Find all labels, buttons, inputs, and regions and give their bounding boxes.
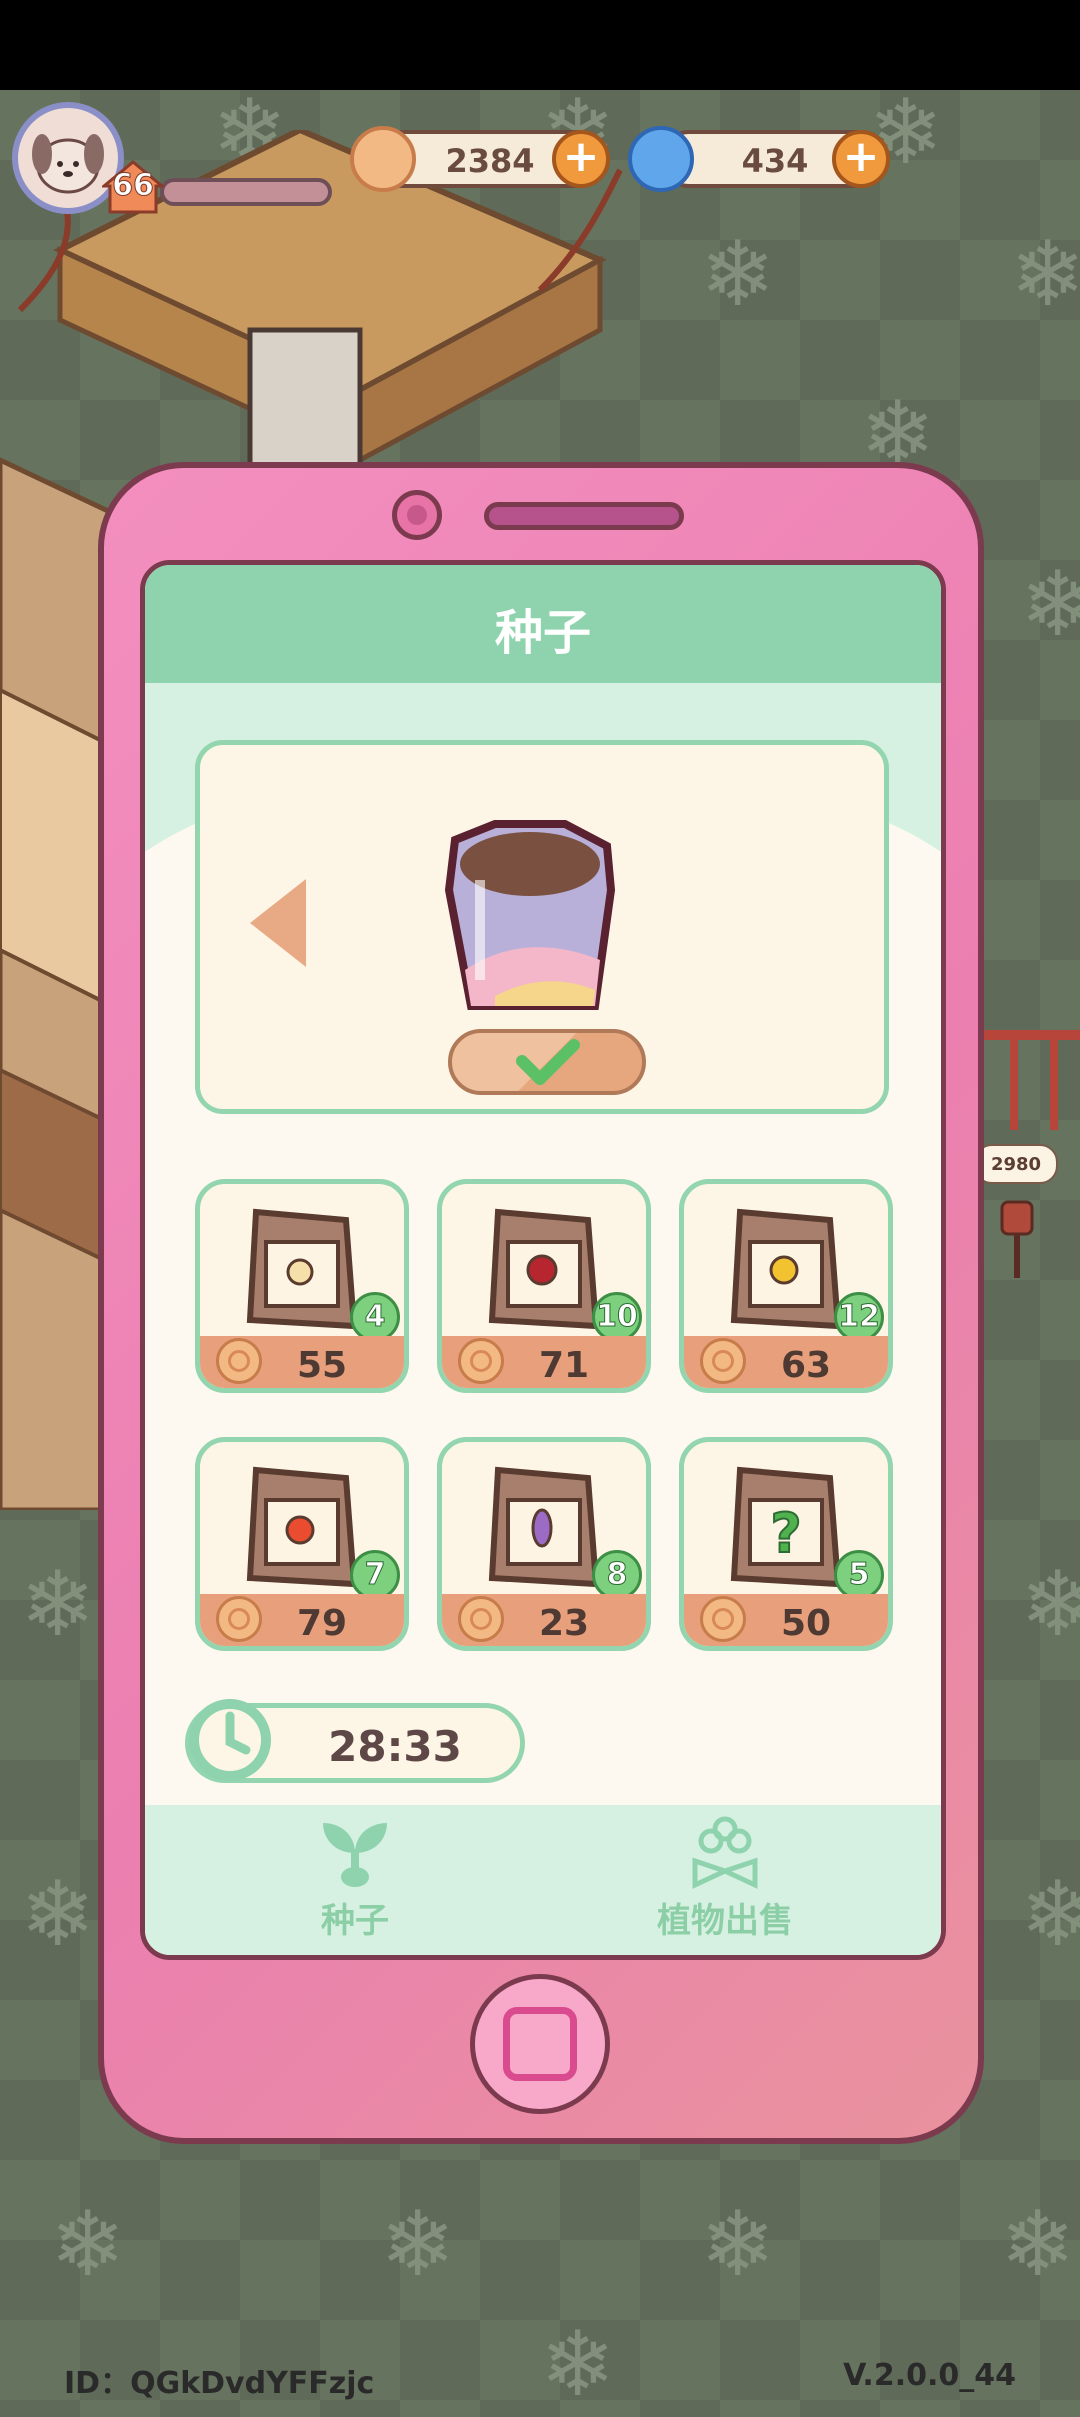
seed-packet-icon bbox=[488, 1466, 600, 1588]
bottom-nav: 种子 植物出售 bbox=[145, 1805, 941, 1955]
mailbox-icon[interactable] bbox=[1000, 1200, 1034, 1280]
seed-packet-icon bbox=[246, 1208, 358, 1330]
snowflake-icon: ❄ bbox=[380, 2192, 456, 2297]
seed-item[interactable]: 4 55 bbox=[195, 1179, 409, 1393]
coin-bubble[interactable]: 2980 bbox=[974, 1144, 1058, 1184]
flower-pot-icon bbox=[444, 820, 616, 1010]
phone-camera bbox=[392, 490, 442, 540]
tab-seeds[interactable]: 种子 bbox=[225, 1805, 485, 1955]
snowflake-icon: ❄ bbox=[1010, 222, 1080, 327]
level-number: 66 bbox=[112, 168, 155, 204]
seed-price: 50 bbox=[780, 1603, 832, 1644]
seed-packet-icon: ? bbox=[730, 1466, 842, 1588]
coin-icon bbox=[350, 126, 416, 192]
tab-plant-sale-label: 植物出售 bbox=[657, 1901, 793, 1941]
tab-seeds-label: 种子 bbox=[321, 1901, 389, 1941]
title-bar: 种子 bbox=[145, 565, 941, 683]
add-gems-button[interactable]: + bbox=[832, 130, 890, 188]
seed-price: 71 bbox=[538, 1345, 590, 1386]
seed-item[interactable]: 8 23 bbox=[437, 1437, 651, 1651]
seed-count-badge: 4 bbox=[350, 1292, 400, 1342]
price-bar: 23 bbox=[442, 1594, 646, 1646]
game-version: V.2.0.0_44 bbox=[843, 2358, 1016, 2393]
add-coins-button[interactable]: + bbox=[552, 130, 610, 188]
previous-pot-arrow-icon[interactable] bbox=[250, 879, 306, 967]
seed-shop-screen: 种子 4 55 10 71 12 63 7 79 8 23 ? 5 50 28:… bbox=[140, 560, 946, 1960]
seed-flower-0 bbox=[286, 1258, 314, 1286]
phone-home-button[interactable] bbox=[470, 1974, 610, 2114]
seed-count-badge: 5 bbox=[834, 1550, 884, 1600]
experience-bar bbox=[160, 178, 332, 206]
seed-item[interactable]: 10 71 bbox=[437, 1179, 651, 1393]
status-bar bbox=[0, 0, 1080, 90]
snowflake-icon: ❄ bbox=[1000, 2192, 1076, 2297]
coin-bubble-value: 2980 bbox=[990, 1153, 1042, 1175]
timer-value: 28:33 bbox=[328, 1722, 462, 1771]
seed-flower-4 bbox=[531, 1508, 553, 1548]
seed-price: 55 bbox=[296, 1345, 348, 1386]
snowflake-icon: ❄ bbox=[1020, 1862, 1080, 1967]
seed-price: 79 bbox=[296, 1603, 348, 1644]
swirl-gem-icon bbox=[628, 126, 694, 192]
pot-preview-card bbox=[195, 740, 889, 1114]
seed-flower-3 bbox=[285, 1515, 315, 1545]
snowflake-icon: ❄ bbox=[700, 2192, 776, 2297]
snowflake-icon: ❄ bbox=[1020, 1552, 1080, 1657]
tab-plant-sale[interactable]: 植物出售 bbox=[595, 1805, 855, 1955]
seed-price: 23 bbox=[538, 1603, 590, 1644]
seed-item[interactable]: 12 63 bbox=[679, 1179, 893, 1393]
confirm-pot-button[interactable] bbox=[448, 1029, 646, 1095]
seed-count-badge: 10 bbox=[592, 1292, 642, 1342]
seed-count-badge: 8 bbox=[592, 1550, 642, 1600]
player-id: ID：QGkDvdYFFzjc bbox=[64, 2366, 375, 2401]
seed-flower-2 bbox=[769, 1255, 799, 1285]
price-bar: 71 bbox=[442, 1336, 646, 1388]
snowflake-icon: ❄ bbox=[1020, 552, 1080, 657]
panel-title: 种子 bbox=[494, 605, 591, 661]
checkmark-icon bbox=[516, 1039, 580, 1085]
price-bar: 55 bbox=[200, 1336, 404, 1388]
flower-bow-icon bbox=[692, 1816, 758, 1889]
price-bar: 79 bbox=[200, 1594, 404, 1646]
seed-packet-icon bbox=[246, 1466, 358, 1588]
seed-price: 63 bbox=[780, 1345, 832, 1386]
seed-count-badge: 12 bbox=[834, 1292, 884, 1342]
seed-flower-1 bbox=[526, 1254, 558, 1286]
refresh-timer: 28:33 bbox=[185, 1699, 525, 1783]
phone-speaker bbox=[484, 502, 684, 530]
seed-flower-5: ? bbox=[770, 1502, 801, 1565]
seed-packet-icon bbox=[730, 1208, 842, 1330]
price-bar: 63 bbox=[684, 1336, 888, 1388]
price-bar: 50 bbox=[684, 1594, 888, 1646]
snowflake-icon: ❄ bbox=[20, 1862, 96, 1967]
clock-icon bbox=[189, 1699, 271, 1781]
snowflake-icon: ❄ bbox=[50, 2192, 126, 2297]
seed-packet-icon bbox=[488, 1208, 600, 1330]
snowflake-icon: ❄ bbox=[540, 2312, 616, 2417]
seed-item[interactable]: 7 79 bbox=[195, 1437, 409, 1651]
seed-item[interactable]: ? 5 50 bbox=[679, 1437, 893, 1651]
seed-count-badge: 7 bbox=[350, 1550, 400, 1600]
snowflake-icon: ❄ bbox=[20, 1552, 96, 1657]
snowflake-icon: ❄ bbox=[700, 222, 776, 327]
sprout-icon bbox=[323, 1823, 387, 1887]
